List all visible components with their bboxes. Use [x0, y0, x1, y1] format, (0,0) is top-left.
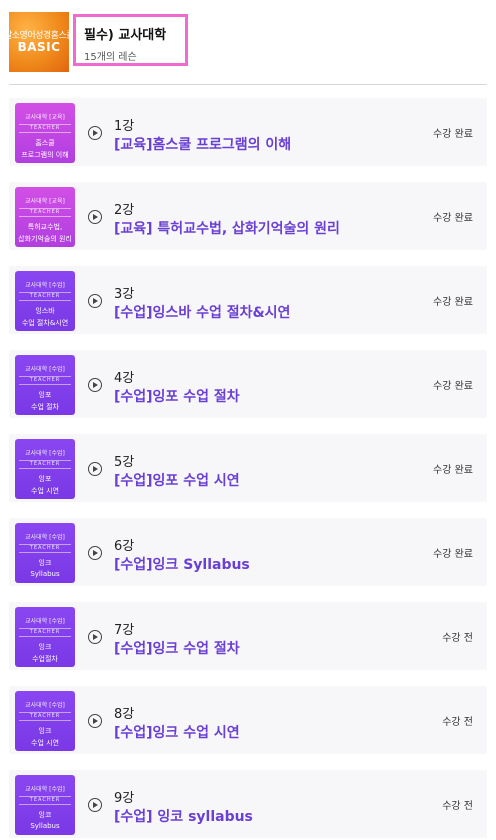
lesson-thumbnail-badge: TEACHER: [19, 544, 71, 553]
lesson-number: 6강: [114, 539, 135, 554]
lesson-thumbnail-line2: 수업 시연: [31, 487, 59, 495]
lesson-thumbnail-line1: 특허교수법,: [27, 223, 63, 231]
lesson-thumbnail-category: 교사대학 [수업]: [25, 450, 65, 457]
lesson-thumbnail-category: 교사대학 [수업]: [25, 702, 65, 709]
lesson-row[interactable]: 교사대학 [수업] TEACHER 잉스바 수업 절차&시연 3강 [수업]잉스…: [9, 266, 487, 334]
lesson-row[interactable]: 교사대학 [수업] TEACHER 잉포 수업 절차 4강 [수업]잉포 수업 …: [9, 350, 487, 418]
lesson-thumbnail-line1: 잉크: [38, 559, 52, 567]
lesson-thumbnail-line2: 수업 절차: [31, 403, 59, 411]
lesson-title-link[interactable]: [교육]홈스쿨 프로그램의 이해: [114, 134, 291, 154]
lesson-thumbnail-badge: TEACHER: [19, 712, 71, 721]
lesson-number: 2강: [114, 203, 135, 218]
lesson-thumbnail-category: 교사대학 [교육]: [25, 198, 65, 205]
play-icon[interactable]: [88, 714, 102, 728]
lesson-thumbnail-badge: TEACHER: [19, 292, 71, 301]
lesson-thumbnail: 교사대학 [교육] TEACHER 홈스쿨 프로그램의 이해: [15, 103, 75, 163]
lesson-title-link[interactable]: [수업]잉크 수업 시연: [114, 722, 240, 742]
course-header: 말소영어성경홈스쿨 BASIC 필수) 교사대학 15개의 레슨: [0, 0, 496, 84]
lesson-thumbnail-line2: 프로그램의 이해: [21, 151, 69, 159]
course-title-box: 필수) 교사대학 15개의 레슨: [73, 14, 188, 66]
lesson-title-link[interactable]: [수업]잉스바 수업 절차&시연: [114, 302, 290, 322]
lesson-thumbnail: 교사대학 [수업] TEACHER 잉크 수업 시연: [15, 691, 75, 751]
lesson-row[interactable]: 교사대학 [수업] TEACHER 잉코 Syllabus 9강 [수업] 잉코…: [9, 770, 487, 838]
lesson-status: 수강 완료: [433, 129, 473, 140]
lesson-thumbnail-category: 교사대학 [수업]: [25, 282, 65, 289]
lesson-thumbnail-category: 교사대학 [수업]: [25, 786, 65, 793]
lesson-count: 15개의 레슨: [84, 52, 137, 63]
lesson-thumbnail-category: 교사대학 [수업]: [25, 366, 65, 373]
lesson-row[interactable]: 교사대학 [수업] TEACHER 잉크 수업절차 7강 [수업]잉크 수업 절…: [9, 602, 487, 670]
lesson-thumbnail-badge: TEACHER: [19, 376, 71, 385]
course-thumbnail-label: BASIC: [17, 40, 61, 54]
lesson-thumbnail-badge: TEACHER: [19, 208, 71, 217]
lesson-thumbnail-line1: 잉크: [38, 727, 52, 735]
lesson-status: 수강 전: [442, 633, 473, 644]
lesson-row[interactable]: 교사대학 [교육] TEACHER 홈스쿨 프로그램의 이해 1강 [교육]홈스…: [9, 98, 487, 166]
lesson-status: 수강 완료: [433, 297, 473, 308]
lesson-thumbnail-line1: 홈스쿨: [35, 139, 55, 147]
lesson-title-link[interactable]: [수업]잉크 수업 절차: [114, 638, 240, 658]
lesson-status: 수강 완료: [433, 549, 473, 560]
play-icon[interactable]: [88, 462, 102, 476]
lesson-number: 3강: [114, 287, 135, 302]
lesson-thumbnail-line2: 수업절차: [32, 655, 58, 663]
course-title: 필수) 교사대학: [84, 28, 167, 43]
header-divider: [9, 84, 487, 85]
lesson-thumbnail-line2: Syllabus: [30, 822, 60, 830]
lesson-thumbnail-category: 교사대학 [수업]: [25, 534, 65, 541]
lesson-thumbnail-line2: 수업 절차&시연: [21, 319, 69, 327]
lesson-status: 수강 전: [442, 717, 473, 728]
play-icon[interactable]: [88, 126, 102, 140]
lesson-status: 수강 완료: [433, 465, 473, 476]
lesson-row[interactable]: 교사대학 [교육] TEACHER 특허교수법, 삽화기억술의 원리 2강 [교…: [9, 182, 487, 250]
lesson-thumbnail-badge: TEACHER: [19, 460, 71, 469]
lesson-status: 수강 완료: [433, 213, 473, 224]
lesson-number: 7강: [114, 623, 135, 638]
play-icon[interactable]: [88, 294, 102, 308]
lesson-thumbnail-category: 교사대학 [수업]: [25, 618, 65, 625]
lesson-title-link[interactable]: [교육] 특허교수법, 삽화기억술의 원리: [114, 218, 340, 238]
lesson-thumbnail-line2: Syllabus: [30, 570, 60, 578]
lesson-row[interactable]: 교사대학 [수업] TEACHER 잉크 Syllabus 6강 [수업]잉크 …: [9, 518, 487, 586]
lesson-thumbnail-line1: 잉크: [38, 643, 52, 651]
lesson-thumbnail: 교사대학 [교육] TEACHER 특허교수법, 삽화기억술의 원리: [15, 187, 75, 247]
course-thumbnail: 말소영어성경홈스쿨 BASIC: [9, 12, 69, 72]
lesson-thumbnail-line2: 삽화기억술의 원리: [18, 235, 72, 243]
lesson-thumbnail: 교사대학 [수업] TEACHER 잉코 Syllabus: [15, 775, 75, 835]
lesson-row[interactable]: 교사대학 [수업] TEACHER 잉크 수업 시연 8강 [수업]잉크 수업 …: [9, 686, 487, 754]
lesson-number: 4강: [114, 371, 135, 386]
lesson-number: 1강: [114, 119, 135, 134]
play-icon[interactable]: [88, 210, 102, 224]
lesson-thumbnail-badge: TEACHER: [19, 124, 71, 133]
lesson-thumbnail: 교사대학 [수업] TEACHER 잉포 수업 시연: [15, 439, 75, 499]
lesson-number: 9강: [114, 791, 135, 806]
lesson-thumbnail-line1: 잉코: [38, 811, 52, 819]
lesson-number: 5강: [114, 455, 135, 470]
lesson-thumbnail: 교사대학 [수업] TEACHER 잉포 수업 절차: [15, 355, 75, 415]
play-icon[interactable]: [88, 630, 102, 644]
lesson-thumbnail-line1: 잉포: [38, 391, 52, 399]
lesson-thumbnail-line1: 잉포: [38, 475, 52, 483]
lesson-title-link[interactable]: [수업]잉포 수업 절차: [114, 386, 240, 406]
lesson-thumbnail: 교사대학 [수업] TEACHER 잉스바 수업 절차&시연: [15, 271, 75, 331]
lesson-thumbnail-badge: TEACHER: [19, 796, 71, 805]
lesson-thumbnail-line2: 수업 시연: [31, 739, 59, 747]
lesson-row[interactable]: 교사대학 [수업] TEACHER 잉포 수업 시연 5강 [수업]잉포 수업 …: [9, 434, 487, 502]
play-icon[interactable]: [88, 798, 102, 812]
lesson-thumbnail-category: 교사대학 [교육]: [25, 114, 65, 121]
lesson-thumbnail-badge: TEACHER: [19, 628, 71, 637]
play-icon[interactable]: [88, 546, 102, 560]
lesson-title-link[interactable]: [수업] 잉코 syllabus: [114, 806, 253, 826]
lesson-thumbnail: 교사대학 [수업] TEACHER 잉크 수업절차: [15, 607, 75, 667]
lesson-number: 8강: [114, 707, 135, 722]
play-icon[interactable]: [88, 378, 102, 392]
lesson-status: 수강 전: [442, 801, 473, 812]
lesson-status: 수강 완료: [433, 381, 473, 392]
lesson-thumbnail-line1: 잉스바: [35, 307, 55, 315]
lesson-thumbnail: 교사대학 [수업] TEACHER 잉크 Syllabus: [15, 523, 75, 583]
lesson-title-link[interactable]: [수업]잉포 수업 시연: [114, 470, 240, 490]
lesson-title-link[interactable]: [수업]잉크 Syllabus: [114, 554, 250, 574]
